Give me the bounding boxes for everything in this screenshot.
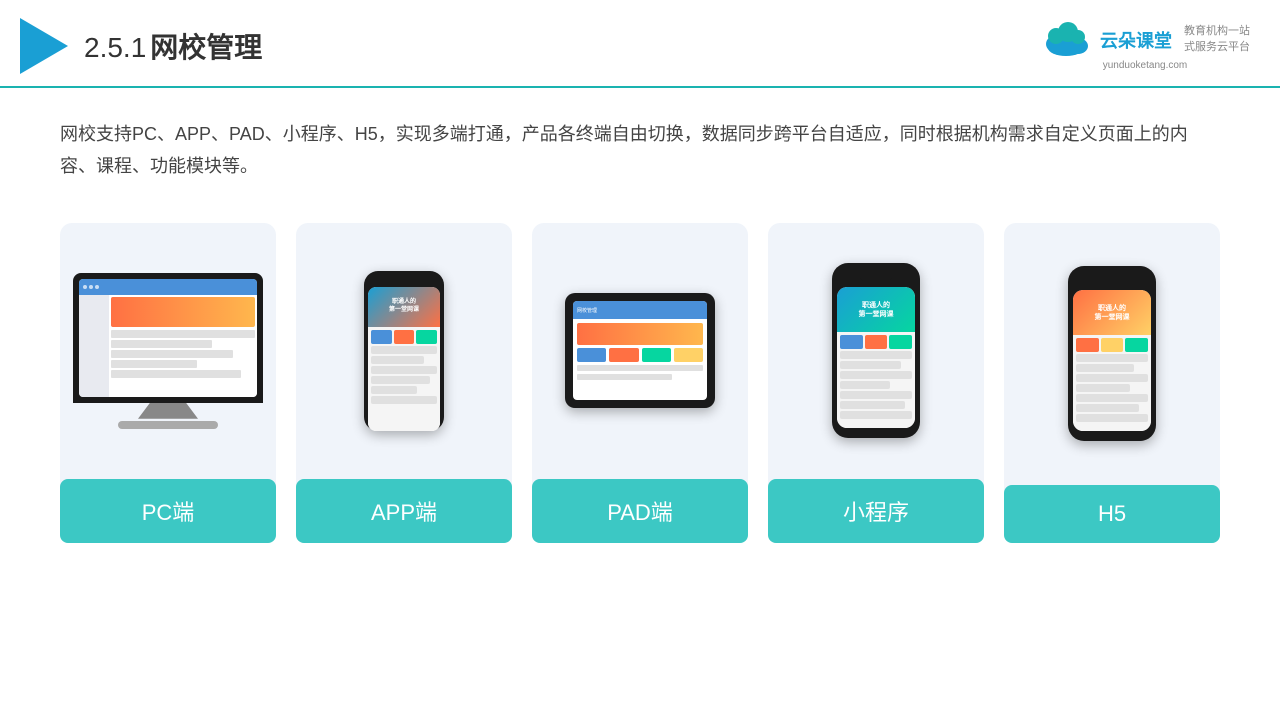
- title-text: 网校管理: [150, 32, 262, 63]
- card-pc-image: [70, 243, 266, 459]
- logo-triangle-icon: [20, 18, 68, 74]
- card-app: 职通人的第一堂网课: [296, 223, 512, 543]
- tablet-pad-icon: 网校管理: [565, 293, 715, 408]
- brand-tagline: 教育机构一站 式服务云平台: [1184, 24, 1250, 55]
- card-miniprogram-image: 职通人的第一堂网课: [778, 243, 974, 459]
- phone-h5-icon: 职通人的第一堂网课: [1068, 266, 1156, 441]
- card-pc-label: PC端: [60, 479, 276, 543]
- card-pad-label: PAD端: [532, 479, 748, 543]
- card-app-image: 职通人的第一堂网课: [306, 243, 502, 459]
- card-pc: PC端: [60, 223, 276, 543]
- pc-monitor-icon: [73, 273, 263, 429]
- header: 2.5.1网校管理 云朵课堂 教育机构一站 式服务云平台 yunduoketan…: [0, 0, 1280, 88]
- brand-url: yunduoketang.com: [1103, 60, 1188, 71]
- card-h5-label: H5: [1004, 485, 1220, 543]
- title-number: 2.5.1: [84, 32, 146, 63]
- phone-app-icon: 职通人的第一堂网课: [364, 271, 444, 431]
- brand-logo: 云朵课堂 教育机构一站 式服务云平台: [1040, 22, 1250, 58]
- header-left: 2.5.1网校管理: [20, 18, 262, 74]
- page-title: 2.5.1网校管理: [84, 26, 262, 66]
- brand-name: 云朵课堂: [1100, 27, 1172, 53]
- description-text: 网校支持PC、APP、PAD、小程序、H5，实现多端打通，产品各终端自由切换，数…: [60, 118, 1220, 183]
- main-content: 网校支持PC、APP、PAD、小程序、H5，实现多端打通，产品各终端自由切换，数…: [0, 88, 1280, 563]
- card-h5: 职通人的第一堂网课: [1004, 223, 1220, 543]
- card-pad: 网校管理: [532, 223, 748, 543]
- card-h5-image: 职通人的第一堂网课: [1014, 243, 1210, 465]
- phone-miniprogram-icon: 职通人的第一堂网课: [832, 263, 920, 438]
- cards-container: PC端 职通人的第一堂网课: [60, 223, 1220, 543]
- card-pad-image: 网校管理: [542, 243, 738, 459]
- card-app-label: APP端: [296, 479, 512, 543]
- card-miniprogram-label: 小程序: [768, 479, 984, 543]
- brand-area: 云朵课堂 教育机构一站 式服务云平台 yunduoketang.com: [1040, 22, 1250, 71]
- cloud-logo-icon: [1040, 22, 1092, 58]
- card-miniprogram: 职通人的第一堂网课: [768, 223, 984, 543]
